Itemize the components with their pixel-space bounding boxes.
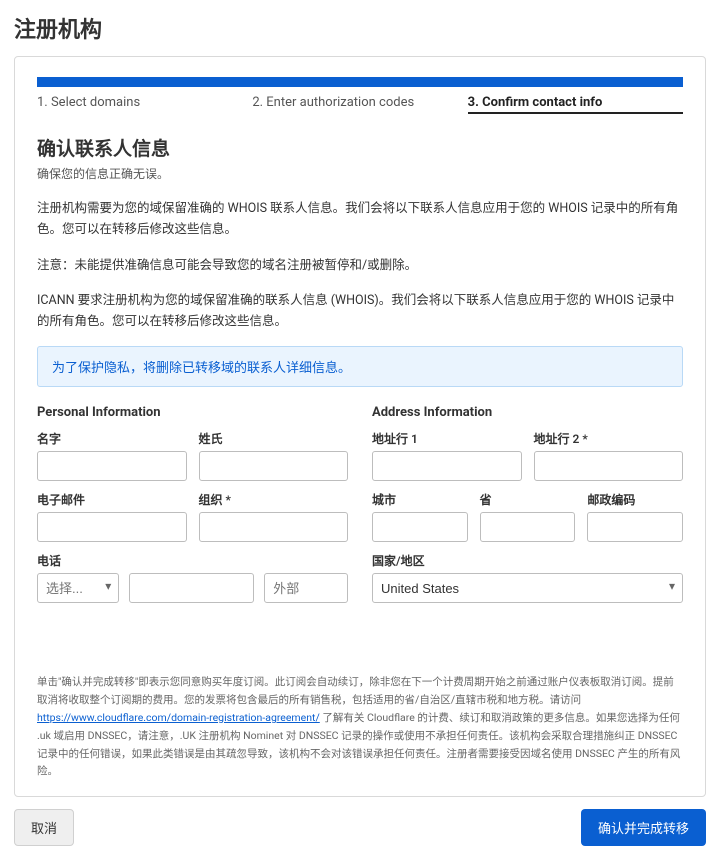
phone-prefix-select[interactable] [37,573,119,603]
legal-text: 单击"确认并完成转移"即表示您同意购买年度订阅。此订阅会自动续订，除非您在下一个… [37,673,683,780]
country-label: 国家/地区 [372,552,683,569]
legal-pre: 单击"确认并完成转移"即表示您同意购买年度订阅。此订阅会自动续订，除非您在下一个… [37,675,674,706]
state-label: 省 [480,491,576,508]
info-para-3: ICANN 要求注册机构为您的域保留准确的联系人信息 (WHOIS)。我们会将以… [37,290,683,333]
confirm-transfer-button[interactable]: 确认并完成转移 [581,809,706,846]
progress-bar [37,77,683,87]
address2-input[interactable] [534,451,684,481]
legal-link[interactable]: https://www.cloudflare.com/domain-regist… [37,711,320,724]
privacy-notice: 为了保护隐私，将删除已转移域的联系人详细信息。 [37,346,683,387]
stepper: 1. Select domains 2. Enter authorization… [37,95,683,114]
country-select[interactable] [372,573,683,603]
address1-label: 地址行 1 [372,430,522,447]
step-1[interactable]: 1. Select domains [37,95,252,114]
personal-info-column: Personal Information 名字 姓氏 电子邮件 [37,403,348,613]
email-label: 电子邮件 [37,491,187,508]
phone-ext-input[interactable] [264,573,348,603]
address2-label: 地址行 2 * [534,430,684,447]
step-2[interactable]: 2. Enter authorization codes [252,95,467,114]
email-input[interactable] [37,512,187,542]
state-input[interactable] [480,512,576,542]
city-input[interactable] [372,512,468,542]
page-title: 注册机构 [14,12,706,44]
info-para-2: 注意：未能提供准确信息可能会导致您的域名注册被暂停和/或删除。 [37,255,683,276]
org-input[interactable] [199,512,349,542]
cancel-button[interactable]: 取消 [14,809,74,846]
personal-info-title: Personal Information [37,405,348,420]
section-subheading: 确保您的信息正确无误。 [37,165,683,182]
last-name-label: 姓氏 [199,430,349,447]
form-card: 1. Select domains 2. Enter authorization… [14,56,706,797]
first-name-label: 名字 [37,430,187,447]
last-name-input[interactable] [199,451,349,481]
org-label: 组织 * [199,491,349,508]
address-info-column: Address Information 地址行 1 地址行 2 * 城市 [372,403,683,613]
address-info-title: Address Information [372,405,683,420]
address1-input[interactable] [372,451,522,481]
phone-number-input[interactable] [129,573,254,603]
phone-label: 电话 [37,552,348,569]
city-label: 城市 [372,491,468,508]
info-para-1: 注册机构需要为您的域保留准确的 WHOIS 联系人信息。我们会将以下联系人信息应… [37,198,683,241]
section-heading: 确认联系人信息 [37,134,683,161]
postal-input[interactable] [587,512,683,542]
postal-label: 邮政编码 [587,491,683,508]
first-name-input[interactable] [37,451,187,481]
step-3[interactable]: 3. Confirm contact info [468,95,683,114]
